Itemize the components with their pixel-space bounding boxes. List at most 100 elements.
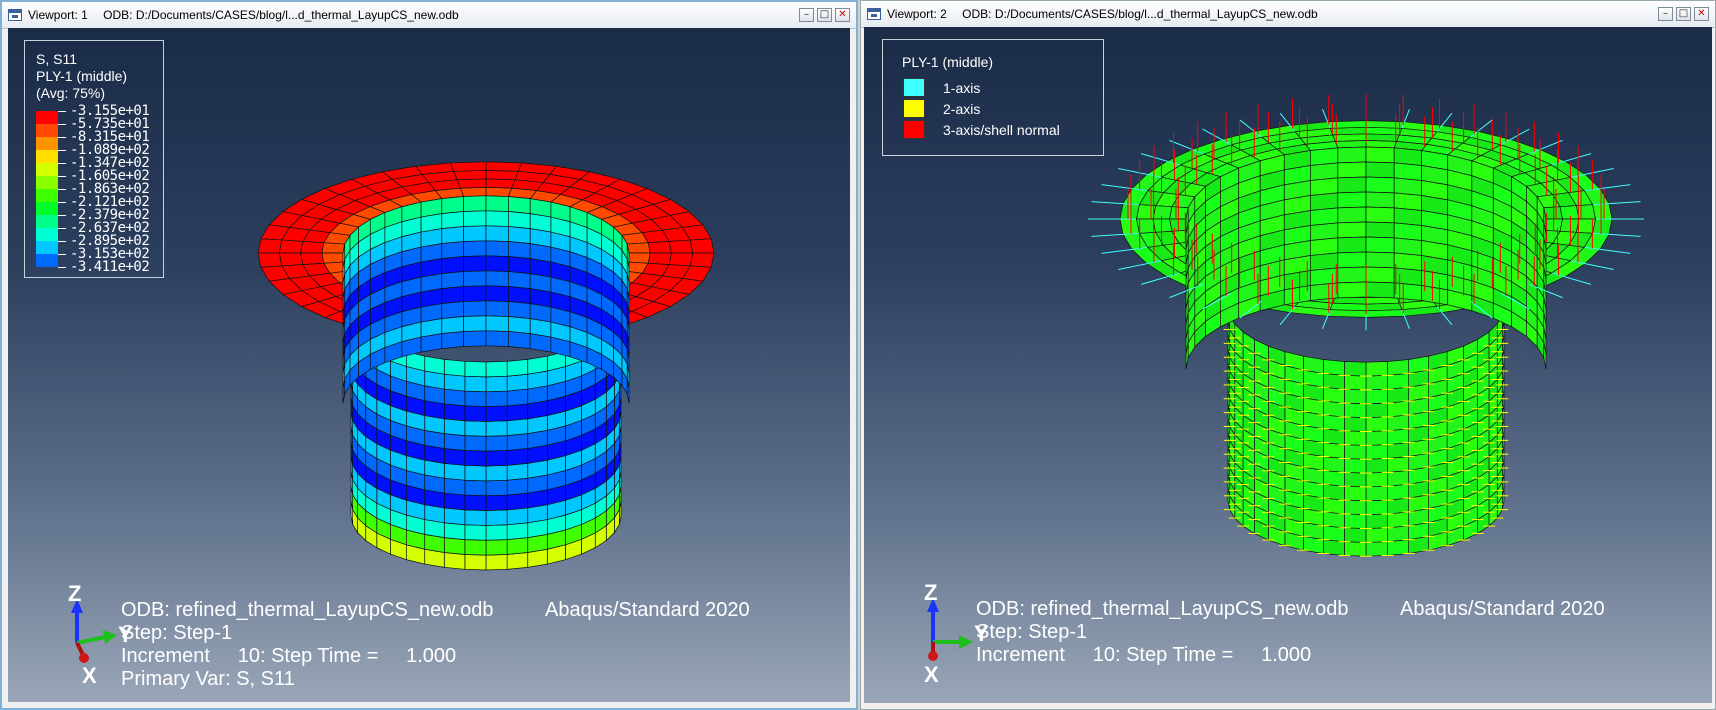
- triad-x-label: X: [924, 662, 939, 687]
- mesh-element: [441, 331, 464, 349]
- mesh-element: [453, 169, 487, 181]
- mesh-element: [1337, 176, 1367, 194]
- mesh-element: [1408, 355, 1430, 374]
- mesh-element: [485, 464, 508, 482]
- viewport-2-canvas[interactable]: PLY-1 (middle) 1-axis 2-axis 3-axis/shel…: [864, 27, 1712, 703]
- mesh-element: [1365, 527, 1388, 543]
- minimize-icon[interactable]: –: [799, 8, 814, 22]
- close-icon[interactable]: ✕: [1694, 7, 1709, 21]
- close-icon[interactable]: ✕: [835, 8, 850, 22]
- mesh-element: [443, 403, 466, 422]
- mesh-element: [1365, 375, 1388, 391]
- mesh-element: [300, 252, 325, 265]
- mesh-element: [464, 405, 487, 422]
- mesh-element: [463, 240, 487, 257]
- mesh-element: [1310, 147, 1339, 166]
- mesh-element: [1344, 402, 1367, 418]
- mesh-element: [1327, 120, 1367, 129]
- mesh-element: [1365, 402, 1388, 418]
- mesh-element: [485, 240, 509, 257]
- mesh-element: [424, 355, 445, 375]
- mesh-element: [443, 552, 466, 570]
- mesh-element: [1310, 162, 1339, 181]
- mesh-element: [485, 509, 508, 526]
- mesh-element: [485, 554, 508, 571]
- mesh-element: [506, 537, 529, 555]
- mesh-element: [506, 492, 529, 511]
- mesh-element: [529, 333, 552, 353]
- mesh-element: [1365, 485, 1388, 502]
- restore-icon[interactable]: □: [1676, 7, 1691, 21]
- viewport-2-window[interactable]: Viewport: 2 ODB: D:/Documents/CASES/blog…: [860, 0, 1716, 710]
- mesh-element: [463, 300, 487, 317]
- mesh-element: [508, 271, 531, 289]
- minimize-icon[interactable]: –: [1658, 7, 1673, 21]
- mesh-element: [441, 316, 464, 334]
- mesh-element: [464, 539, 487, 556]
- mesh-element: [1310, 282, 1339, 301]
- mesh-element: [485, 178, 516, 189]
- mesh-element: [1310, 267, 1339, 286]
- viewport-1-canvas[interactable]: S, S11 PLY-1 (middle) (Avg: 75%) -3.155e…: [8, 28, 850, 702]
- mesh-element: [1337, 251, 1367, 269]
- mesh-element: [1393, 222, 1422, 241]
- mesh-element: [668, 252, 694, 267]
- mesh-element: [278, 239, 304, 254]
- mesh-element: [1344, 513, 1367, 529]
- mesh-element: [464, 360, 487, 378]
- mesh-element: [443, 373, 466, 392]
- mesh-element: [1344, 499, 1367, 515]
- mesh-element: [1344, 444, 1367, 460]
- mesh-element: [506, 552, 529, 570]
- mesh-element: [441, 211, 464, 229]
- viewport-title: Viewport: 2: [887, 7, 947, 21]
- mesh-element: [485, 225, 509, 242]
- mesh-element: [459, 186, 487, 197]
- mesh-element: [1365, 120, 1405, 129]
- mesh-element: [443, 492, 466, 511]
- mesh-element: [1559, 218, 1580, 233]
- mesh-element: [449, 161, 487, 172]
- odb-path: ODB: D:/Documents/CASES/blog/l...d_therm…: [103, 8, 459, 22]
- mesh-element: [1344, 527, 1367, 543]
- mesh-element: [463, 330, 487, 347]
- mesh-element: [463, 315, 487, 332]
- mesh-element: [506, 477, 529, 496]
- mesh-element: [464, 450, 487, 467]
- mesh-element: [443, 358, 466, 377]
- mesh-element: [463, 195, 487, 212]
- mesh-element: [1344, 430, 1367, 446]
- mesh-element: [1337, 221, 1367, 239]
- odb-info-line: ODB: refined_thermal_LayupCS_new.odb: [121, 599, 494, 621]
- mesh-element: [1365, 161, 1395, 179]
- mesh-element: [508, 226, 531, 244]
- model-ply-orientation-plot[interactable]: [864, 27, 1712, 697]
- increment-info: Increment 10: Step Time = 1.000: [121, 645, 457, 667]
- mesh-element: [1365, 444, 1388, 460]
- mesh-element: [443, 418, 466, 437]
- restore-icon[interactable]: □: [817, 8, 832, 22]
- mesh-element: [485, 494, 508, 511]
- mesh-element: [443, 448, 466, 466]
- increment-info: Increment 10: Step Time = 1.000: [976, 644, 1312, 666]
- viewport-2-titlebar[interactable]: Viewport: 2 ODB: D:/Documents/CASES/blog…: [861, 1, 1715, 28]
- mesh-element: [1365, 361, 1388, 377]
- mesh-element: [463, 270, 487, 287]
- mesh-element: [506, 462, 529, 481]
- mesh-element: [1592, 218, 1613, 235]
- model-contour-plot[interactable]: [8, 28, 850, 698]
- mesh-element: [485, 360, 508, 378]
- viewport-1-window[interactable]: Viewport: 1 ODB: D:/Documents/CASES/blog…: [0, 0, 858, 710]
- mesh-element: [420, 333, 443, 353]
- mesh-element: [464, 464, 487, 482]
- mesh-element: [1365, 513, 1388, 529]
- triad-z-label: Z: [68, 581, 82, 606]
- mesh-element: [1344, 485, 1367, 502]
- mesh-element: [1302, 355, 1324, 374]
- mesh-element: [463, 210, 487, 227]
- viewport-1-titlebar[interactable]: Viewport: 1 ODB: D:/Documents/CASES/blog…: [2, 2, 856, 29]
- mesh-element: [508, 256, 531, 274]
- mesh-element: [1344, 388, 1367, 405]
- mesh-element: [1310, 237, 1339, 256]
- mesh-element: [456, 178, 487, 189]
